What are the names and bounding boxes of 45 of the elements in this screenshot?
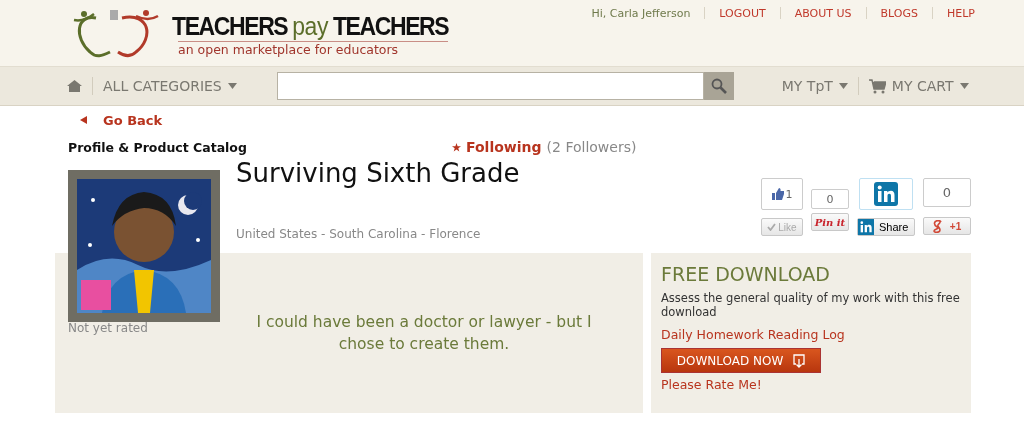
rating-text: Not yet rated xyxy=(68,321,149,335)
cart-icon xyxy=(868,78,886,94)
thumbs-up-icon xyxy=(771,188,784,200)
caret-icon xyxy=(838,83,848,89)
rate-link[interactable]: Please Rate Me! xyxy=(661,377,762,392)
pin-count: 0 xyxy=(811,189,849,209)
star-icon xyxy=(452,142,461,152)
cart-menu[interactable]: MY CART xyxy=(868,78,969,94)
search-button[interactable] xyxy=(703,72,734,100)
back-link[interactable]: Go Back xyxy=(103,112,163,128)
my-tpt-menu[interactable]: MY TpT xyxy=(781,78,848,94)
download-button[interactable]: DOWNLOAD NOW xyxy=(661,348,821,373)
header-link[interactable]: ABOUT US xyxy=(794,6,852,20)
share-button[interactable]: Share xyxy=(857,218,915,236)
caret-icon xyxy=(959,83,969,89)
site-tagline: an open marketplace for educators xyxy=(178,41,449,57)
product-link[interactable]: Daily Homework Reading Log xyxy=(661,327,845,342)
free-download-description: Assess the general quality of my work with this free download xyxy=(661,291,961,319)
following-button[interactable]: Following xyxy=(466,139,542,155)
store-name: Surviving Sixth Grade xyxy=(236,158,521,188)
categories-menu[interactable]: ALL CATEGORIES xyxy=(103,78,237,94)
follower-count: (2 Followers) xyxy=(546,139,637,155)
plus-one-count: 0 xyxy=(923,178,971,207)
home-icon[interactable] xyxy=(67,80,82,92)
store-quote: I could have been a doctor or lawyer - but I chose to create them. xyxy=(255,312,593,355)
search-icon xyxy=(710,78,727,94)
g-icon xyxy=(932,219,942,233)
header-link[interactable]: BLOGS xyxy=(880,6,918,20)
pin-it-button[interactable]: Pin it xyxy=(811,213,849,231)
back-arrow-icon xyxy=(80,116,87,124)
check-icon xyxy=(767,223,777,231)
plus-one-button[interactable]: +1 xyxy=(923,217,971,235)
linkedin-icon xyxy=(858,219,874,235)
section-title: Profile & Product Catalog xyxy=(68,139,248,155)
store-location: United States - South Carolina - Florence xyxy=(236,227,482,241)
download-icon xyxy=(793,353,806,368)
caret-icon xyxy=(227,83,237,89)
site-name: TEACHERS pay TEACHERS xyxy=(172,12,449,40)
header-link[interactable]: HELP xyxy=(947,6,975,20)
linkedin-logo-icon xyxy=(874,182,898,206)
header-link[interactable]: LOGOUT xyxy=(719,6,766,20)
search-field[interactable] xyxy=(276,72,704,100)
free-download-title: FREE DOWNLOAD xyxy=(661,263,830,285)
like-count: 1 xyxy=(761,178,803,210)
user-greeting: Hi, Carla Jefferson xyxy=(591,6,691,20)
